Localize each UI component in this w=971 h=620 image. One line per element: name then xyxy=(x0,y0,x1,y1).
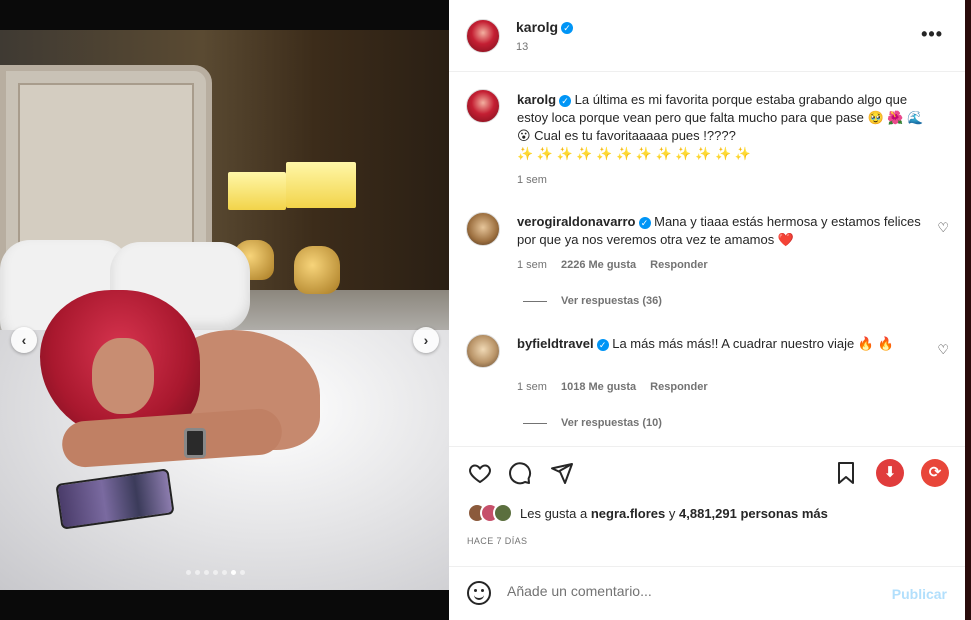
header-subtitle: 13 xyxy=(516,41,529,53)
comment-username[interactable]: byfieldtravel xyxy=(517,336,594,351)
comment-time: 1 sem xyxy=(517,381,547,393)
verified-icon: ✓ xyxy=(638,216,651,229)
comment: byfieldtravel ✓ La más más más!! A cuadra… xyxy=(517,335,922,353)
caption-avatar[interactable] xyxy=(466,89,500,123)
likes-prefix: Les gusta a xyxy=(520,505,588,521)
likes-summary[interactable]: Les gusta a negra.flores y 4,881,291 per… xyxy=(467,503,828,523)
comment-username[interactable]: verogiraldonavarro xyxy=(517,214,636,229)
bookmark-icon[interactable] xyxy=(835,461,857,490)
author-avatar[interactable] xyxy=(466,19,500,53)
photo-lamp-shade-2 xyxy=(286,162,356,208)
verified-icon: ✓ xyxy=(561,22,574,35)
view-replies-text[interactable]: Ver respuestas (10) xyxy=(561,417,662,429)
author-username[interactable]: karolg ✓ xyxy=(516,19,574,35)
verified-icon: ✓ xyxy=(559,94,572,107)
comment-meta: 1 sem 2226 Me gusta Responder xyxy=(517,259,708,271)
carousel-dot xyxy=(213,570,218,575)
comment-time: 1 sem xyxy=(517,259,547,271)
carousel-dot xyxy=(195,570,200,575)
carousel-dot xyxy=(222,570,227,575)
top-dark-bar xyxy=(0,0,449,30)
caption-sparkles: ✨ ✨ ✨ ✨ ✨ ✨ ✨ ✨ ✨ ✨ ✨ ✨ xyxy=(517,146,751,161)
caption: karolg ✓ La última es mi favorita porque … xyxy=(517,91,937,163)
comment-likes[interactable]: 1018 Me gusta xyxy=(561,381,636,393)
carousel-dot xyxy=(186,570,191,575)
post-photo[interactable]: ‹ › xyxy=(0,30,449,590)
post-header: karolg ✓ 13 ••• xyxy=(449,0,965,72)
carousel-prev-button[interactable]: ‹ xyxy=(11,327,37,353)
photo-lamp-shade xyxy=(228,172,286,210)
background-edge xyxy=(965,0,971,620)
replies-line xyxy=(523,300,547,302)
likes-user[interactable]: negra.flores xyxy=(591,506,665,521)
add-comment-input[interactable] xyxy=(507,583,867,599)
posted-ago: HACE 7 DÍAS xyxy=(467,536,528,546)
caption-time: 1 sem xyxy=(517,174,547,186)
caption-text: La última es mi favorita porque estaba g… xyxy=(517,92,924,143)
reply-button[interactable]: Responder xyxy=(650,381,707,393)
comment-likes[interactable]: 2226 Me gusta xyxy=(561,259,636,271)
bottom-dark-bar xyxy=(0,590,449,620)
likes-count[interactable]: 4,881,291 personas más xyxy=(679,506,828,521)
comment-avatar[interactable] xyxy=(466,212,500,246)
action-bar: ⬇ ⟳ xyxy=(449,446,965,502)
replies-line xyxy=(523,422,547,424)
add-comment-bar: Publicar xyxy=(449,566,965,620)
comment-icon[interactable] xyxy=(507,461,533,490)
comment-like-icon[interactable]: ♡ xyxy=(937,342,949,358)
instagram-post-modal: ‹ › karolg ✓ 13 ••• karolg ✓ La última es … xyxy=(0,0,971,620)
reply-button[interactable]: Responder xyxy=(650,259,707,271)
carousel-dot xyxy=(240,570,245,575)
heart-icon[interactable] xyxy=(467,461,493,490)
paper-plane-icon[interactable] xyxy=(549,461,575,490)
comment-text: La más más más!! A cuadrar nuestro viaje… xyxy=(612,336,894,351)
publish-button[interactable]: Publicar xyxy=(892,586,947,602)
comment-meta: 1 sem 1018 Me gusta Responder xyxy=(517,381,708,393)
more-options-icon[interactable]: ••• xyxy=(921,24,943,45)
caption-username[interactable]: karolg xyxy=(517,92,556,107)
carousel-next-button[interactable]: › xyxy=(413,327,439,353)
comment-avatar[interactable] xyxy=(466,334,500,368)
view-replies[interactable]: Ver respuestas (36) xyxy=(523,295,662,307)
carousel-dot xyxy=(204,570,209,575)
carousel-dots xyxy=(186,570,245,575)
view-replies[interactable]: Ver respuestas (10) xyxy=(523,417,662,429)
verified-icon: ✓ xyxy=(596,338,609,351)
likes-middle: y xyxy=(668,505,676,521)
liker-avatar xyxy=(493,503,513,523)
emoji-icon[interactable] xyxy=(467,581,491,605)
photo-person-face xyxy=(92,338,154,414)
photo-lamp-base-2 xyxy=(294,246,340,294)
post-side-panel: karolg ✓ 13 ••• karolg ✓ La última es mi f… xyxy=(449,0,965,620)
author-username-text[interactable]: karolg xyxy=(516,19,558,35)
comment-like-icon[interactable]: ♡ xyxy=(937,220,949,236)
refresh-icon[interactable]: ⟳ xyxy=(921,459,949,487)
likes-text: Les gusta a negra.flores y 4,881,291 per… xyxy=(520,506,828,521)
photo-watch xyxy=(184,428,206,458)
carousel-dot xyxy=(231,570,236,575)
comment: verogiraldonavarro ✓ Mana y tiaaa estás h… xyxy=(517,213,922,249)
view-replies-text[interactable]: Ver respuestas (36) xyxy=(561,295,662,307)
download-icon[interactable]: ⬇ xyxy=(876,459,904,487)
